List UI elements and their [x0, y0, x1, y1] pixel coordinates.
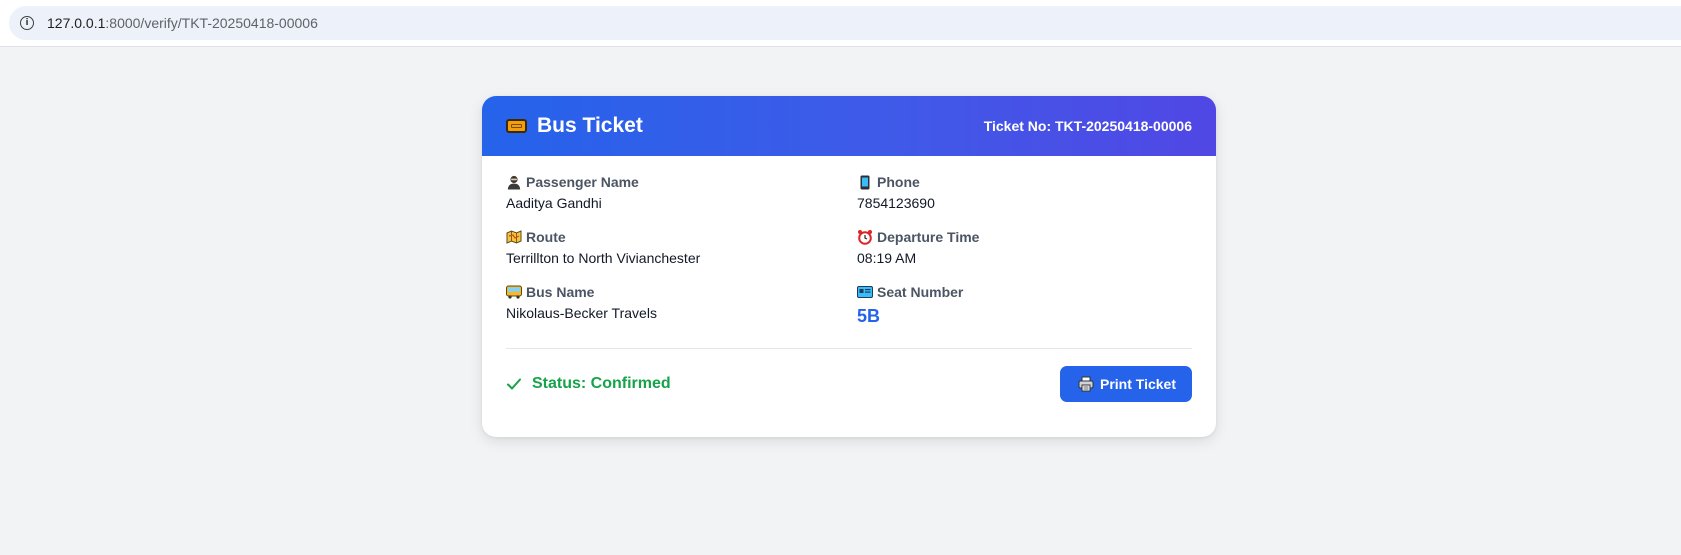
- print-ticket-label: Print Ticket: [1100, 376, 1176, 392]
- ticket-header: Bus Ticket Ticket No: TKT-20250418-00006: [482, 96, 1216, 156]
- print-ticket-button[interactable]: Print Ticket: [1060, 366, 1192, 402]
- ticket-card-icon: [857, 284, 873, 300]
- route-value: Terrillton to North Vivianchester: [506, 250, 701, 266]
- browser-toolbar: i 127.0.0.1:8000/verify/TKT-20250418-000…: [0, 0, 1681, 47]
- route-label: Route: [526, 229, 566, 245]
- ticket-header-title-group: Bus Ticket: [506, 114, 643, 138]
- departure-time-label: Departure Time: [877, 229, 980, 245]
- url-text[interactable]: 127.0.0.1:8000/verify/TKT-20250418-00006: [47, 15, 318, 31]
- ticket-title: Bus Ticket: [537, 114, 643, 137]
- phone-value: 7854123690: [857, 195, 935, 211]
- status-text: Status: Confirmed: [532, 375, 671, 392]
- field-route: Route Terrillton to North Vivianchester: [506, 227, 857, 268]
- ticket-footer: Status: Confirmed Print Ticket: [506, 349, 1192, 419]
- ticket-body: Passenger Name Aaditya Gandhi Phone 7854…: [482, 156, 1216, 419]
- bus-name-label-row: Bus Name: [506, 282, 857, 302]
- seat-number-label-row: Seat Number: [857, 282, 1192, 302]
- field-bus-name: Bus Name Nikolaus-Becker Travels: [506, 282, 857, 328]
- bus-icon: [506, 284, 522, 300]
- ticket-number: Ticket No: TKT-20250418-00006: [983, 118, 1192, 134]
- ticket-card: Bus Ticket Ticket No: TKT-20250418-00006…: [482, 96, 1216, 437]
- bus-name-label: Bus Name: [526, 284, 595, 300]
- ticket-info-grid: Passenger Name Aaditya Gandhi Phone 7854…: [506, 172, 1192, 328]
- passenger-name-value: Aaditya Gandhi: [506, 195, 602, 211]
- field-seat-number: Seat Number 5B: [857, 282, 1192, 328]
- mobile-phone-icon: [857, 174, 873, 190]
- passenger-name-label: Passenger Name: [526, 174, 639, 190]
- printer-icon: [1078, 376, 1094, 392]
- ticket-icon: [506, 119, 527, 133]
- map-icon: [506, 229, 522, 245]
- field-passenger-name: Passenger Name Aaditya Gandhi: [506, 172, 857, 213]
- seat-number-label: Seat Number: [877, 284, 964, 300]
- url-host: 127.0.0.1: [47, 15, 106, 31]
- alarm-clock-icon: [857, 229, 873, 245]
- url-path: :8000/verify/TKT-20250418-00006: [105, 15, 318, 31]
- field-departure-time: Departure Time 08:19 AM: [857, 227, 1192, 268]
- seat-number-value: 5B: [857, 306, 881, 326]
- phone-label-row: Phone: [857, 172, 1192, 192]
- checkmark-icon: [507, 378, 521, 390]
- passenger-name-label-row: Passenger Name: [506, 172, 857, 192]
- person-icon: [506, 174, 522, 190]
- bus-name-value: Nikolaus-Becker Travels: [506, 305, 657, 321]
- address-bar[interactable]: i 127.0.0.1:8000/verify/TKT-20250418-000…: [9, 6, 1681, 40]
- departure-time-value: 08:19 AM: [857, 250, 917, 266]
- route-label-row: Route: [506, 227, 857, 247]
- departure-time-label-row: Departure Time: [857, 227, 1192, 247]
- phone-label: Phone: [877, 174, 920, 190]
- info-icon[interactable]: i: [20, 16, 34, 30]
- status-indicator: Status: Confirmed: [506, 375, 671, 393]
- field-phone: Phone 7854123690: [857, 172, 1192, 213]
